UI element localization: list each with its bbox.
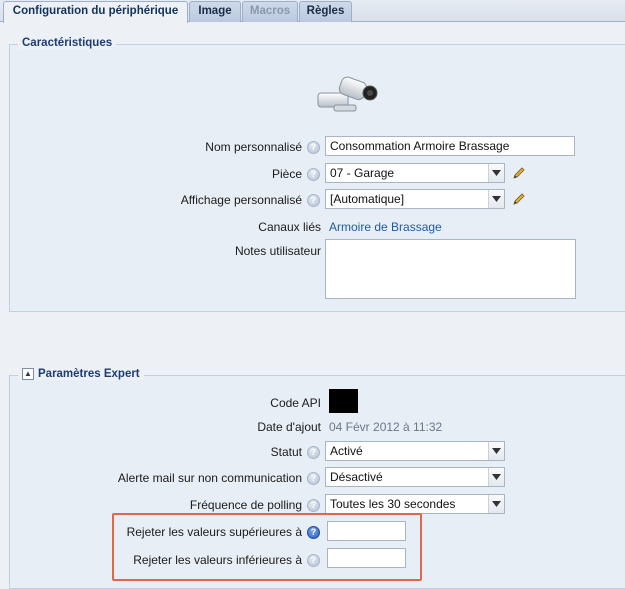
characteristics-title: Caractéristiques [22, 37, 113, 49]
mail-alert-select-value: Désactivé [330, 470, 383, 484]
help-icon[interactable]: ? [307, 499, 320, 512]
display-select-value: [Automatique] [330, 192, 405, 206]
date-added-value: 04 Févr 2012 à 11:32 [329, 420, 443, 434]
notes-label: Notes utilisateur [234, 244, 321, 258]
reject-lower-input[interactable] [327, 548, 406, 568]
reject-lower-label: Rejeter les valeurs inférieures à [133, 553, 302, 567]
api-code-label: Code API [270, 396, 321, 410]
tab-macros: Macros [242, 1, 298, 22]
chevron-down-icon [488, 442, 504, 460]
help-icon[interactable]: ? [307, 194, 320, 207]
status-select-value: Activé [330, 444, 363, 458]
help-icon[interactable]: ? [307, 446, 320, 459]
tab-image[interactable]: Image [189, 1, 241, 22]
help-icon[interactable]: ? [307, 472, 320, 485]
status-label: Statut [270, 445, 302, 459]
display-label: Affichage personnalisé [180, 193, 302, 207]
help-icon[interactable]: ? [307, 168, 320, 181]
chevron-down-icon [488, 190, 504, 208]
help-icon[interactable]: ? [307, 554, 320, 567]
expert-panel: ▲ Paramètres Expert Code API Date d'ajou… [9, 368, 625, 589]
room-select-value: 07 - Garage [330, 166, 395, 180]
linked-channel-link[interactable]: Armoire de Brassage [329, 220, 442, 234]
collapse-toggle-icon[interactable]: ▲ [22, 368, 34, 380]
reject-upper-label: Rejeter les valeurs supérieures à [126, 525, 302, 539]
chevron-down-icon [488, 495, 504, 513]
name-input[interactable]: Consommation Armoire Brassage [325, 136, 575, 156]
tab-device-configuration[interactable]: Configuration du périphérique [3, 1, 188, 23]
expert-title: Paramètres Expert [38, 368, 140, 380]
tab-bar: Configuration du périphérique Image Macr… [0, 0, 625, 23]
mail-alert-label: Alerte mail sur non communication [117, 471, 302, 485]
characteristics-legend: Caractéristiques [18, 37, 117, 49]
camera-sensor-icon [317, 76, 378, 112]
mail-alert-select[interactable]: Désactivé [325, 467, 505, 487]
status-select[interactable]: Activé [325, 441, 505, 461]
help-icon[interactable]: ? [307, 526, 320, 539]
notes-textarea[interactable] [325, 239, 576, 299]
pencil-icon[interactable] [512, 166, 526, 180]
date-added-label: Date d'ajout [257, 420, 321, 434]
chevron-down-icon [488, 468, 504, 486]
display-select[interactable]: [Automatique] [325, 189, 505, 209]
polling-select[interactable]: Toutes les 30 secondes [325, 494, 505, 514]
help-icon[interactable]: ? [307, 141, 320, 154]
room-select[interactable]: 07 - Garage [325, 163, 505, 183]
channels-label: Canaux liés [258, 220, 321, 234]
characteristics-panel: Caractéristiques Nom personnalisé ? Cons… [9, 37, 625, 312]
name-label: Nom personnalisé [205, 140, 302, 154]
chevron-down-icon [488, 164, 504, 182]
polling-select-value: Toutes les 30 secondes [330, 497, 456, 511]
room-label: Pièce [271, 167, 302, 181]
api-code-value [329, 389, 358, 413]
polling-label: Fréquence de polling [189, 498, 302, 512]
expert-legend: ▲ Paramètres Expert [18, 368, 144, 380]
reject-upper-input[interactable] [327, 521, 406, 541]
tab-rules[interactable]: Règles [299, 1, 352, 22]
pencil-icon[interactable] [512, 192, 526, 206]
